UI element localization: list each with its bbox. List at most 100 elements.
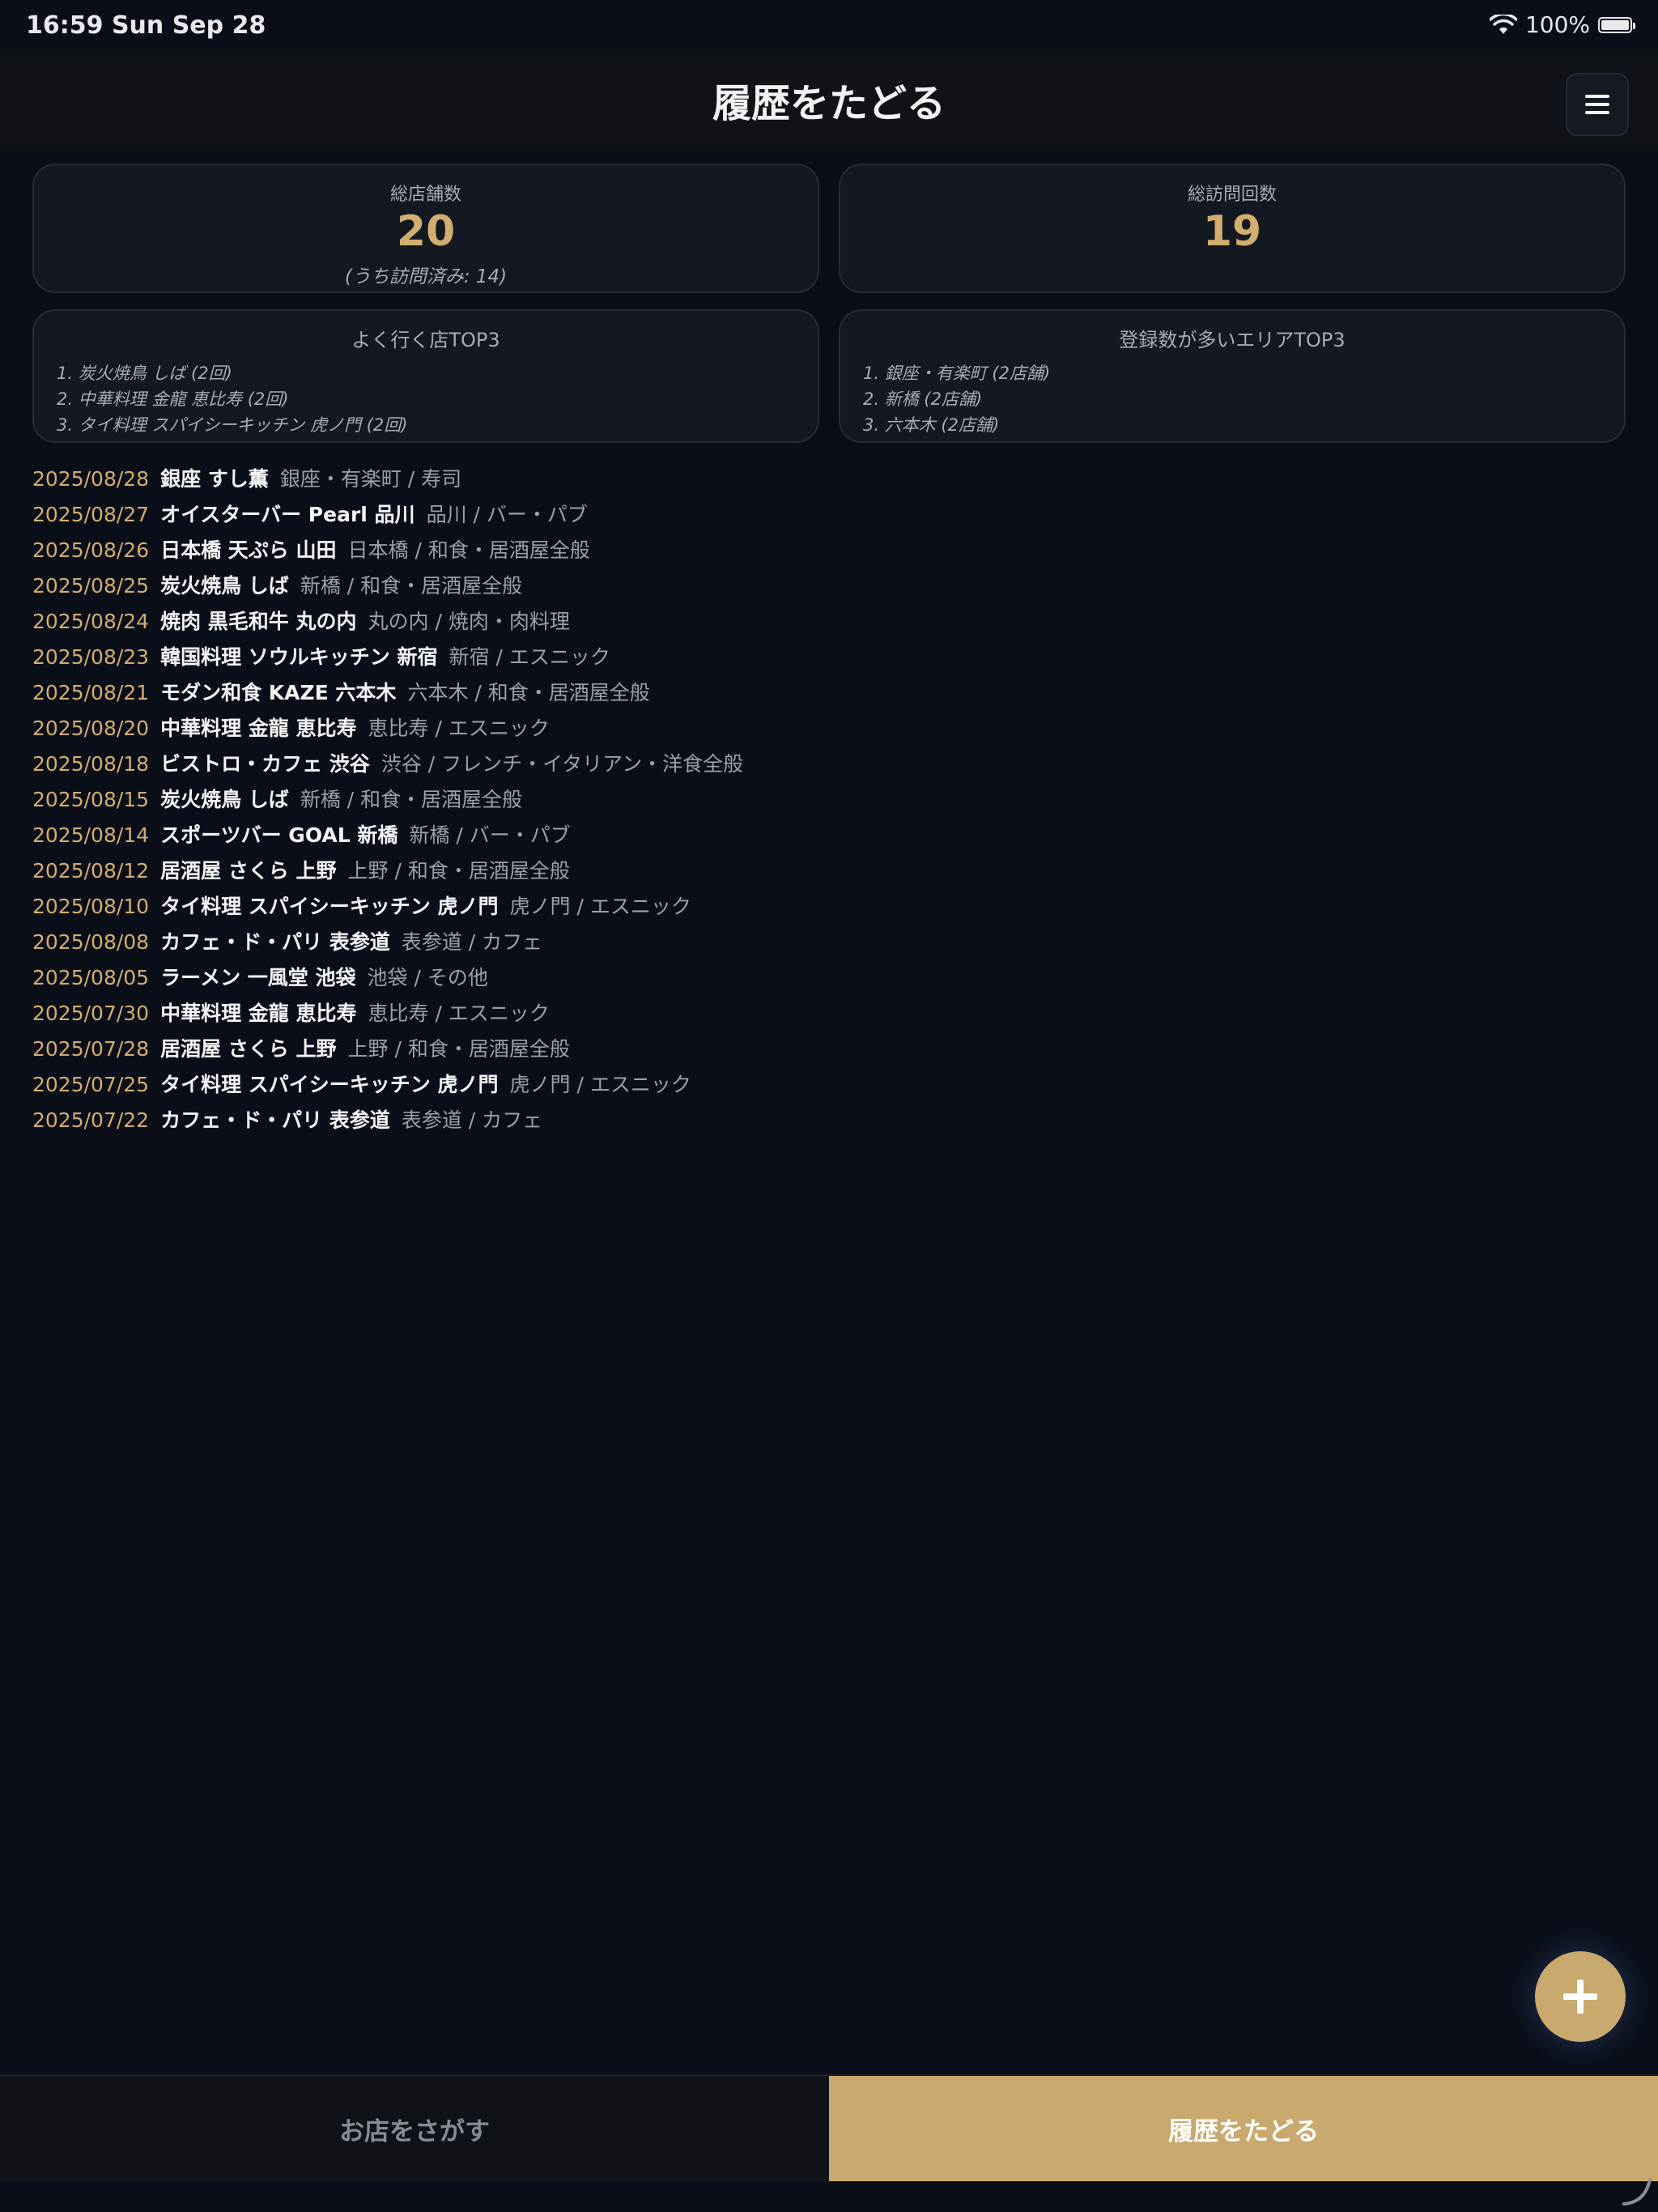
- store-name: 日本橋 天ぷら 山田: [160, 538, 337, 562]
- visit-date: 2025/08/12: [32, 859, 150, 883]
- store-area-genre: 新宿 / エスニック: [449, 645, 610, 669]
- store-area-genre: 上野 / 和食・居酒屋全般: [347, 1037, 570, 1061]
- battery-icon: [1598, 16, 1635, 33]
- history-row[interactable]: 2025/08/24 焼肉 黒毛和牛 丸の内 丸の内 / 焼肉・肉料理: [32, 604, 1490, 640]
- top-areas-list: 1. 銀座・有楽町 (2店舗) 2. 新橋 (2店舗) 3. 六本木 (2店舗): [863, 360, 1624, 438]
- menu-button[interactable]: [1566, 73, 1629, 136]
- top-store-item: 3. タイ料理 スパイシーキッチン 虎ノ門 (2回): [57, 415, 408, 435]
- store-area-genre: 新橋 / 和食・居酒屋全般: [300, 788, 523, 811]
- store-area-genre: 池袋 / その他: [367, 966, 488, 989]
- store-name: タイ料理 スパイシーキッチン 虎ノ門: [160, 895, 499, 918]
- history-row[interactable]: 2025/08/26 日本橋 天ぷら 山田 日本橋 / 和食・居酒屋全般: [32, 533, 1490, 568]
- app-header: 履歴をたどる: [0, 50, 1658, 151]
- store-area-genre: 表参道 / カフェ: [401, 930, 543, 954]
- store-name: ラーメン 一風堂 池袋: [160, 966, 356, 989]
- plus-icon: [1563, 1980, 1597, 2014]
- tab-history[interactable]: 履歴をたどる: [829, 2076, 1658, 2181]
- store-name: 韓国料理 ソウルキッチン 新宿: [160, 645, 438, 669]
- store-name: 焼肉 黒毛和牛 丸の内: [160, 610, 357, 633]
- store-area-genre: 表参道 / カフェ: [401, 1108, 543, 1132]
- visit-date: 2025/08/21: [32, 681, 150, 704]
- resize-handle-icon: [1622, 2178, 1652, 2206]
- add-visit-button[interactable]: [1535, 1951, 1626, 2042]
- store-name: スポーツバー GOAL 新橋: [160, 823, 398, 847]
- history-row[interactable]: 2025/08/15 炭火焼鳥 しば 新橋 / 和食・居酒屋全般: [32, 782, 1490, 818]
- visit-date: 2025/08/15: [32, 788, 150, 811]
- battery-percent: 100%: [1524, 11, 1590, 38]
- visit-history-list: 2025/08/28 銀座 すし薫 銀座・有楽町 / 寿司 2025/08/27 オイス…: [32, 462, 1490, 1138]
- store-area-genre: 丸の内 / 焼肉・肉料理: [368, 610, 570, 633]
- store-name: カフェ・ド・パリ 表参道: [160, 930, 390, 954]
- store-area-genre: 虎ノ門 / エスニック: [509, 1073, 691, 1096]
- page-title: 履歴をたどる: [712, 81, 946, 126]
- history-row[interactable]: 2025/08/25 炭火焼鳥 しば 新橋 / 和食・居酒屋全般: [32, 568, 1490, 604]
- store-name: タイ料理 スパイシーキッチン 虎ノ門: [160, 1073, 499, 1096]
- visit-date: 2025/08/05: [32, 966, 150, 989]
- history-row[interactable]: 2025/08/12 居酒屋 さくら 上野 上野 / 和食・居酒屋全般: [32, 853, 1490, 889]
- total-visits-value: 19: [1202, 207, 1262, 256]
- visit-date: 2025/08/18: [32, 752, 150, 776]
- wifi-icon: [1489, 14, 1517, 34]
- total-stores-card: 総店舗数 20 (うち訪問済み: 14): [32, 164, 819, 293]
- total-stores-label: 総店舗数: [389, 185, 461, 205]
- store-name: ビストロ・カフェ 渋谷: [160, 752, 370, 776]
- visit-date: 2025/08/27: [32, 503, 150, 526]
- tab-search-stores[interactable]: お店をさがす: [0, 2076, 829, 2181]
- store-name: モダン和食 KAZE 六本木: [160, 681, 397, 704]
- total-stores-value: 20: [396, 207, 456, 256]
- visit-date: 2025/08/24: [32, 610, 150, 633]
- store-area-genre: 渋谷 / フレンチ・イタリアン・洋食全般: [380, 752, 744, 776]
- history-row[interactable]: 2025/08/20 中華料理 金龍 恵比寿 恵比寿 / エスニック: [32, 711, 1490, 747]
- menu-icon: [1585, 95, 1609, 98]
- visit-date: 2025/08/08: [32, 930, 150, 954]
- top-area-item: 3. 六本木 (2店舗): [863, 415, 1000, 435]
- store-area-genre: 恵比寿 / エスニック: [368, 1002, 550, 1025]
- status-time: 16:59 Sun Sep 28: [26, 11, 266, 40]
- top-area-item: 1. 銀座・有楽町 (2店舗): [863, 364, 1051, 383]
- store-name: オイスターバー Pearl 品川: [160, 503, 415, 526]
- history-row[interactable]: 2025/08/10 タイ料理 スパイシーキッチン 虎ノ門 虎ノ門 / エスニック: [32, 889, 1490, 925]
- visit-date: 2025/08/28: [32, 467, 150, 491]
- status-bar: 16:59 Sun Sep 28 100%: [0, 0, 1658, 50]
- visit-date: 2025/08/23: [32, 645, 150, 669]
- history-row[interactable]: 2025/08/27 オイスターバー Pearl 品川 品川 / バー・パブ: [32, 497, 1490, 533]
- top-stores-card: よく行く店TOP3 1. 炭火焼鳥 しば (2回) 2. 中華料理 金龍 恵比寿…: [32, 309, 819, 443]
- total-visits-label: 総訪問回数: [1187, 185, 1277, 205]
- history-row[interactable]: 2025/07/22 カフェ・ド・パリ 表参道 表参道 / カフェ: [32, 1103, 1490, 1138]
- top-store-item: 1. 炭火焼鳥 しば (2回): [57, 364, 232, 383]
- visit-date: 2025/08/20: [32, 717, 150, 740]
- total-visits-card: 総訪問回数 19: [839, 164, 1626, 293]
- visit-date: 2025/07/30: [32, 1002, 150, 1025]
- history-row[interactable]: 2025/07/28 居酒屋 さくら 上野 上野 / 和食・居酒屋全般: [32, 1032, 1490, 1067]
- visit-date: 2025/08/25: [32, 574, 150, 598]
- store-name: 銀座 すし薫: [160, 467, 269, 491]
- history-row[interactable]: 2025/08/14 スポーツバー GOAL 新橋 新橋 / バー・パブ: [32, 818, 1490, 853]
- history-row[interactable]: 2025/08/21 モダン和食 KAZE 六本木 六本木 / 和食・居酒屋全般: [32, 675, 1490, 711]
- visit-date: 2025/08/10: [32, 895, 150, 918]
- store-area-genre: 恵比寿 / エスニック: [368, 717, 550, 740]
- visit-date: 2025/07/25: [32, 1073, 150, 1096]
- history-row[interactable]: 2025/07/25 タイ料理 スパイシーキッチン 虎ノ門 虎ノ門 / エスニック: [32, 1067, 1490, 1103]
- top-stores-label: よく行く店TOP3: [351, 329, 500, 351]
- store-name: 居酒屋 さくら 上野: [160, 1037, 337, 1061]
- history-row[interactable]: 2025/08/18 ビストロ・カフェ 渋谷 渋谷 / フレンチ・イタリアン・洋食全…: [32, 747, 1490, 782]
- store-name: 中華料理 金龍 恵比寿: [160, 1002, 357, 1025]
- store-area-genre: 日本橋 / 和食・居酒屋全般: [347, 538, 590, 562]
- status-indicators: 100%: [1489, 11, 1635, 38]
- visited-stores-sub: (うち訪問済み: 14): [344, 266, 508, 287]
- history-row[interactable]: 2025/08/23 韓国料理 ソウルキッチン 新宿 新宿 / エスニック: [32, 640, 1490, 675]
- top-area-item: 2. 新橋 (2店舗): [863, 389, 983, 409]
- history-row[interactable]: 2025/08/28 銀座 すし薫 銀座・有楽町 / 寿司: [32, 462, 1490, 497]
- history-row[interactable]: 2025/08/05 ラーメン 一風堂 池袋 池袋 / その他: [32, 960, 1490, 996]
- visit-date: 2025/08/14: [32, 823, 150, 847]
- store-name: 炭火焼鳥 しば: [160, 788, 289, 811]
- bottom-nav: お店をさがす 履歴をたどる: [0, 2074, 1658, 2181]
- visit-date: 2025/07/22: [32, 1108, 150, 1132]
- history-row[interactable]: 2025/07/30 中華料理 金龍 恵比寿 恵比寿 / エスニック: [32, 996, 1490, 1032]
- history-row[interactable]: 2025/08/08 カフェ・ド・パリ 表参道 表参道 / カフェ: [32, 925, 1490, 960]
- top-store-item: 2. 中華料理 金龍 恵比寿 (2回): [57, 389, 289, 409]
- store-area-genre: 品川 / バー・パブ: [426, 503, 588, 526]
- top-areas-card: 登録数が多いエリアTOP3 1. 銀座・有楽町 (2店舗) 2. 新橋 (2店舗…: [839, 309, 1626, 443]
- store-area-genre: 六本木 / 和食・居酒屋全般: [407, 681, 650, 704]
- store-area-genre: 新橋 / 和食・居酒屋全般: [300, 574, 523, 598]
